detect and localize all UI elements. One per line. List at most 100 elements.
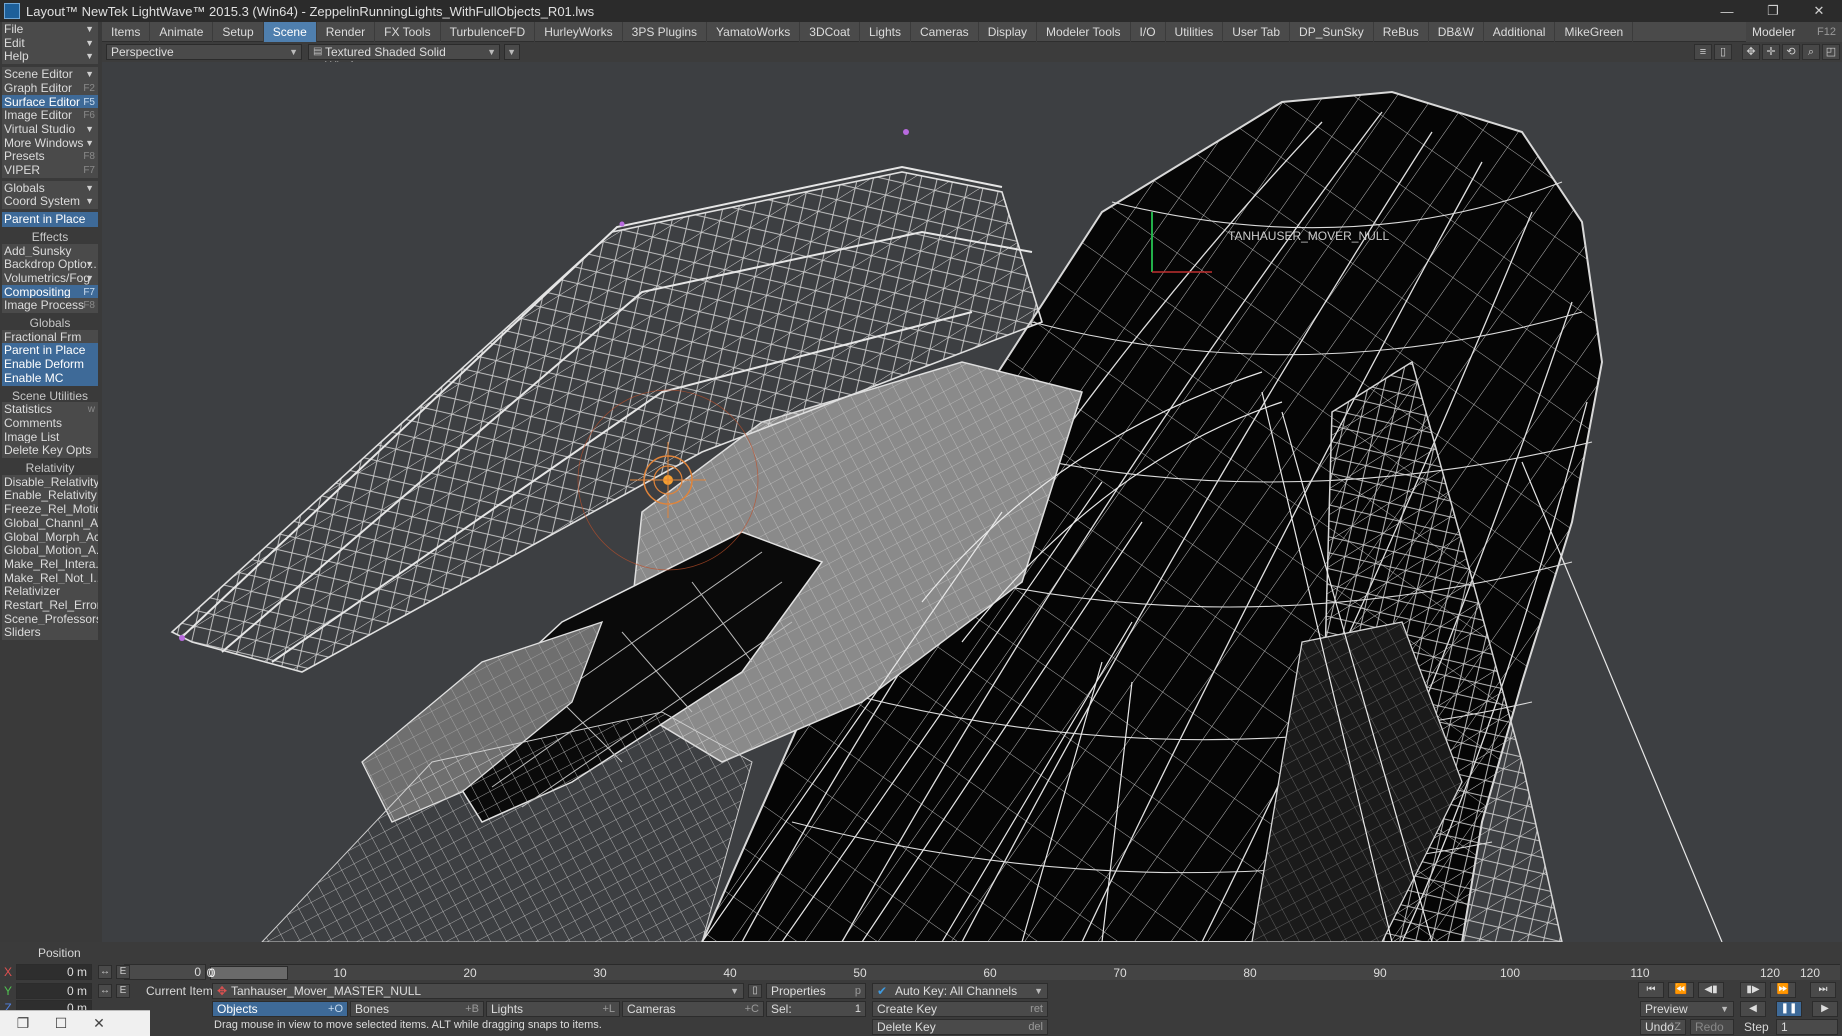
restore-button[interactable]: ❐	[1750, 0, 1796, 22]
tab-dp-sunsky[interactable]: DP_SunSky	[1290, 21, 1374, 42]
chevron-down-icon: ▼	[507, 47, 516, 57]
menu-help[interactable]: Help ▼	[2, 49, 98, 65]
minimize-button[interactable]: —	[1704, 0, 1750, 22]
chevron-down-icon: ▼	[1034, 986, 1043, 996]
frame-field[interactable]: 0	[124, 964, 206, 980]
render-mode-dropdown[interactable]: ▤ Textured Shaded Solid Wireframe ▼	[308, 44, 500, 73]
tab-rebus[interactable]: ReBus	[1374, 21, 1429, 42]
move-arrows-icon[interactable]: ↔	[98, 984, 112, 998]
3d-viewport[interactable]: TANHAUSER_MOVER_NULL	[102, 62, 1842, 942]
end-frame-label[interactable]: 120	[1800, 966, 1820, 980]
camera-view-icon[interactable]: ▯	[1714, 44, 1732, 60]
objects-button[interactable]: Objects +O	[212, 1001, 348, 1017]
bones-button[interactable]: Bones +B	[350, 1001, 484, 1017]
window-restore-icon[interactable]: ☐	[46, 1013, 76, 1035]
title-bar: Layout™ NewTek LightWave™ 2015.3 (Win64)…	[0, 0, 1842, 22]
tab-3ps-plugins[interactable]: 3PS Plugins	[623, 21, 708, 42]
tab-scene[interactable]: Scene	[263, 21, 317, 42]
envelope-x-button[interactable]: E	[116, 965, 130, 979]
lights-button[interactable]: Lights +L	[486, 1001, 620, 1017]
close-icon[interactable]: ✕	[84, 1013, 114, 1035]
pan-view-icon[interactable]: ✛	[1762, 44, 1780, 60]
tab-fx-tools[interactable]: FX Tools	[375, 21, 441, 42]
move-view-icon[interactable]: ✥	[1742, 44, 1760, 60]
sidebar-item-delete-key-opts[interactable]: Delete Key Opts	[2, 443, 98, 459]
y-position-field[interactable]: 0 m	[16, 983, 92, 999]
skip-end-icon[interactable]: ⏭	[1810, 982, 1836, 998]
skip-start-icon[interactable]: ⏮	[1638, 982, 1664, 998]
tab-yamatoworks[interactable]: YamatoWorks	[707, 21, 801, 42]
sidebar-item-scene-editor-label: Scene Editor	[4, 67, 73, 82]
tab-utilities[interactable]: Utilities	[1166, 21, 1224, 42]
tab-additional[interactable]: Additional	[1484, 21, 1556, 42]
viewport-options-dropdown[interactable]: ▼	[504, 44, 520, 60]
redo-button[interactable]: Redo	[1690, 1019, 1734, 1035]
sidebar-item-more-windows-label: More Windows	[4, 135, 84, 150]
tab-3dcoat[interactable]: 3DCoat	[800, 21, 860, 42]
selection-count: Sel: 1	[766, 1001, 866, 1017]
tab-turbulencefd[interactable]: TurbulenceFD	[441, 21, 536, 42]
tab-render[interactable]: Render	[317, 21, 376, 42]
auto-key-dropdown[interactable]: ✔ Auto Key: All Channels ▼	[872, 983, 1048, 999]
toggle-enable-mc[interactable]: Enable MC	[2, 370, 98, 386]
preview-dropdown[interactable]: Preview ▼	[1640, 1001, 1734, 1017]
sidebar-item-add-sunsky-label: Add_Sunsky	[4, 243, 72, 258]
tab-lights[interactable]: Lights	[860, 21, 911, 42]
modeler-button[interactable]: Modeler F12	[1746, 22, 1842, 42]
timeline-slider[interactable]	[210, 966, 288, 980]
x-position-field[interactable]: 0 m	[16, 964, 92, 980]
sidebar-item-viper-label: VIPER	[4, 163, 41, 177]
tab-mikegreen[interactable]: MikeGreen	[1555, 21, 1634, 42]
sidebar-item-viper[interactable]: VIPER F7	[2, 163, 98, 178]
wireframe-scene[interactable]: TANHAUSER_MOVER_NULL	[102, 62, 1842, 942]
tab-hurleyworks[interactable]: HurleyWorks	[535, 21, 623, 42]
prev-key-icon[interactable]: ⏪	[1668, 982, 1694, 998]
rotate-view-icon[interactable]: ⟲	[1782, 44, 1800, 60]
maximize-viewport-icon[interactable]: ◰	[1822, 44, 1840, 60]
bones-label: Bones	[355, 1002, 390, 1016]
create-key-button[interactable]: Create Key ret	[872, 1001, 1048, 1017]
tab-modeler-tools[interactable]: Modeler Tools	[1037, 21, 1131, 42]
move-arrows-icon[interactable]: ↔	[98, 965, 112, 979]
tab-animate[interactable]: Animate	[150, 21, 214, 42]
toggle-fractional-frm-label: Fractional Frm	[4, 329, 82, 344]
windows-snap-icon[interactable]: ❐	[8, 1013, 38, 1035]
close-button[interactable]: ✕	[1796, 0, 1842, 22]
sidebar-item-sliders[interactable]: Sliders	[2, 625, 98, 641]
tab-cameras[interactable]: Cameras	[911, 21, 979, 42]
current-item-dropdown[interactable]: ✥ Tanhauser_Mover_MASTER_NULL ▼	[212, 983, 744, 999]
play-back-icon[interactable]: ◀▮	[1698, 982, 1724, 998]
view-mode-dropdown[interactable]: Perspective ▼	[106, 44, 302, 60]
sidebar-item-globals-label: Globals	[4, 180, 45, 195]
envelope-y-button[interactable]: E	[116, 984, 130, 998]
timeline[interactable]: 0 10 20 30 40 50 60 70 80 90 100 110 120 120 0	[207, 964, 1840, 980]
timeline-tick-label: 10	[333, 966, 347, 980]
cameras-button[interactable]: Cameras +C	[622, 1001, 764, 1017]
sidebar-item-coord-system[interactable]: Coord System ▼	[2, 194, 98, 210]
delete-key-button[interactable]: Delete Key del	[872, 1019, 1048, 1035]
play-icon[interactable]: ▶	[1812, 1001, 1838, 1017]
item-options-icon[interactable]: ▯	[748, 984, 762, 998]
sidebar-item-image-process[interactable]: Image Process F8	[2, 298, 98, 314]
sidebar-item-viper-shortcut: F7	[83, 165, 95, 176]
tab-user-tab[interactable]: User Tab	[1223, 21, 1291, 42]
undo-button[interactable]: Undo ^Z	[1640, 1019, 1686, 1035]
sidebar-item-image-list-label: Image List	[4, 429, 60, 444]
list-icon[interactable]: ≡	[1694, 44, 1712, 60]
tab-i-o[interactable]: I/O	[1131, 21, 1166, 42]
tab-items[interactable]: Items	[102, 21, 151, 42]
step-field[interactable]: 1	[1776, 1019, 1838, 1035]
sel-label: Sel:	[771, 1002, 792, 1016]
tab-setup[interactable]: Setup	[213, 21, 264, 42]
lower-hull-section	[261, 711, 753, 942]
tab-display[interactable]: Display	[979, 21, 1038, 42]
sidebar-item-parent-in-place[interactable]: Parent in Place	[2, 212, 98, 228]
step-forward-icon[interactable]: ▮▶	[1740, 982, 1766, 998]
zoom-icon[interactable]: ⌕	[1802, 44, 1820, 60]
bones-shortcut: +B	[465, 1003, 479, 1015]
next-key-icon[interactable]: ⏩	[1770, 982, 1796, 998]
properties-button[interactable]: Properties p	[766, 983, 866, 999]
play-reverse-icon[interactable]: ◀	[1740, 1001, 1766, 1017]
tab-db-w[interactable]: DB&W	[1429, 21, 1484, 42]
pause-icon[interactable]: ❚❚	[1776, 1001, 1802, 1017]
